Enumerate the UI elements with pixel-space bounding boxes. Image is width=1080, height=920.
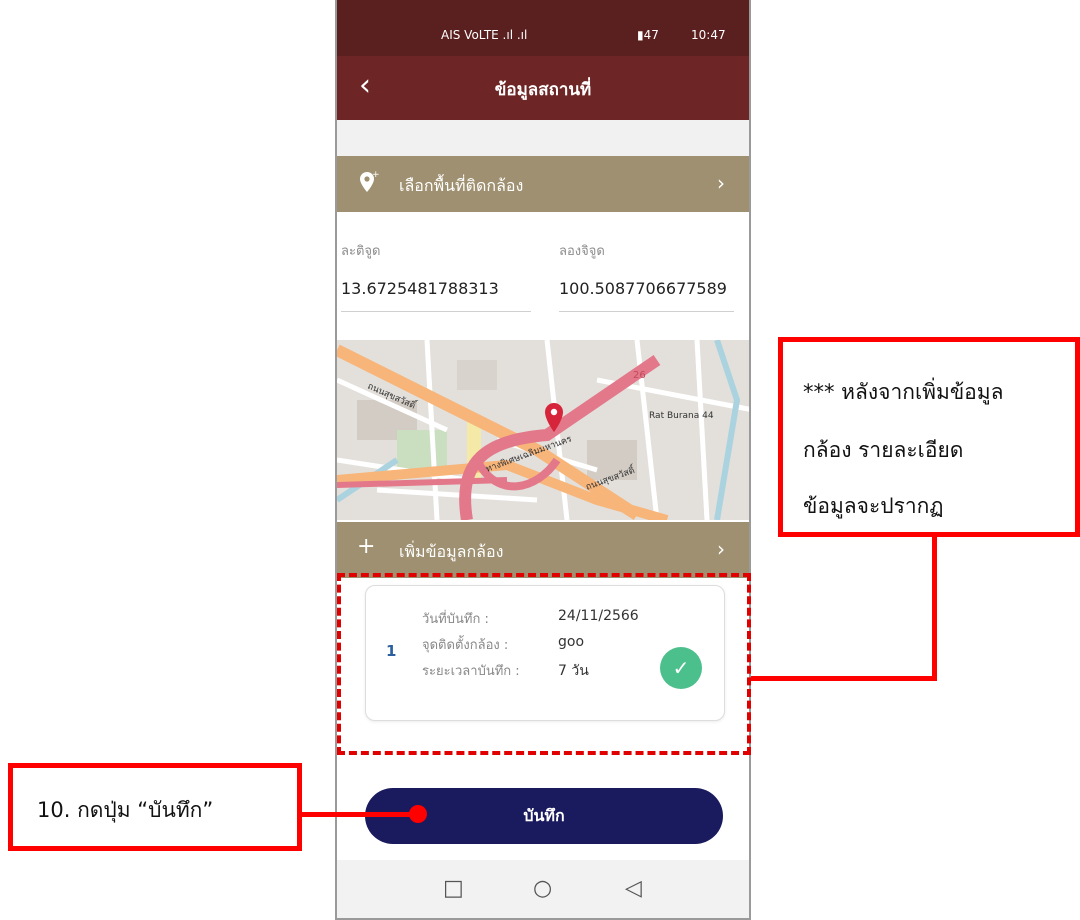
svg-text:+: + [372, 170, 379, 180]
recent-apps-icon[interactable]: □ [443, 876, 464, 901]
latitude-value[interactable]: 13.6725481788313 [341, 279, 499, 298]
connector-line [302, 812, 418, 817]
select-area-label: เลือกพื้นที่ติดกล้อง [399, 176, 524, 195]
app-bar: ‹ ข้อมูลสถานที่ [337, 56, 749, 120]
note-box: *** หลังจากเพิ่มข้อมูล กล้อง รายละเอียด … [778, 337, 1080, 537]
pointer-dot [409, 805, 427, 823]
location-plus-icon: + [357, 170, 380, 199]
page-title: ข้อมูลสถานที่ [494, 80, 592, 100]
status-bar: AIS VoLTE .ıl .ıl ▮47 10:47 [337, 0, 749, 56]
add-camera-label: เพิ่มข้อมูลกล้อง [399, 542, 504, 561]
home-icon[interactable]: ○ [533, 876, 552, 901]
note-line-3: ข้อมูลจะปรากฏ [803, 494, 944, 518]
note-line-2: กล้อง รายละเอียด [803, 438, 964, 462]
phone-screen: AIS VoLTE .ıl .ıl ▮47 10:47 ‹ ข้อมูลสถาน… [335, 0, 751, 920]
map-label: 26 [633, 370, 646, 381]
connector-line [932, 537, 937, 681]
map-label: Rat Burana 44 [649, 411, 714, 421]
longitude-value[interactable]: 100.5087706677589 [559, 279, 727, 298]
add-camera-row[interactable]: + เพิ่มข้อมูลกล้อง › [337, 522, 749, 578]
nav-bar: □ ○ ◁ [337, 860, 749, 918]
plus-icon: + [357, 534, 376, 559]
note-line-1: *** หลังจากเพิ่มข้อมูล [803, 380, 1004, 404]
step-label: 10. กดปุ่ม “บันทึก” [37, 798, 214, 822]
chevron-right-icon: › [717, 171, 725, 195]
longitude-underline [559, 311, 734, 312]
latitude-label: ละติจูด [341, 244, 381, 259]
latitude-underline [341, 311, 531, 312]
clock: 10:47 [691, 28, 726, 42]
step-box: 10. กดปุ่ม “บันทึก” [8, 763, 302, 851]
battery-indicator: ▮47 [637, 28, 659, 42]
network-indicator: AIS VoLTE .ıl .ıl [441, 28, 528, 42]
highlight-camera-card [337, 573, 751, 755]
map-view[interactable]: ถนนสุขสวัสดิ์ Rat Burana 44 ทางพิเศษเฉลิ… [337, 340, 749, 520]
back-icon[interactable]: ◁ [625, 876, 642, 901]
spacer [337, 120, 749, 156]
connector-line [751, 676, 937, 681]
chevron-right-icon: › [717, 537, 725, 561]
longitude-label: ลองจิจูด [559, 244, 605, 259]
select-area-row[interactable]: + เลือกพื้นที่ติดกล้อง › [337, 156, 749, 212]
